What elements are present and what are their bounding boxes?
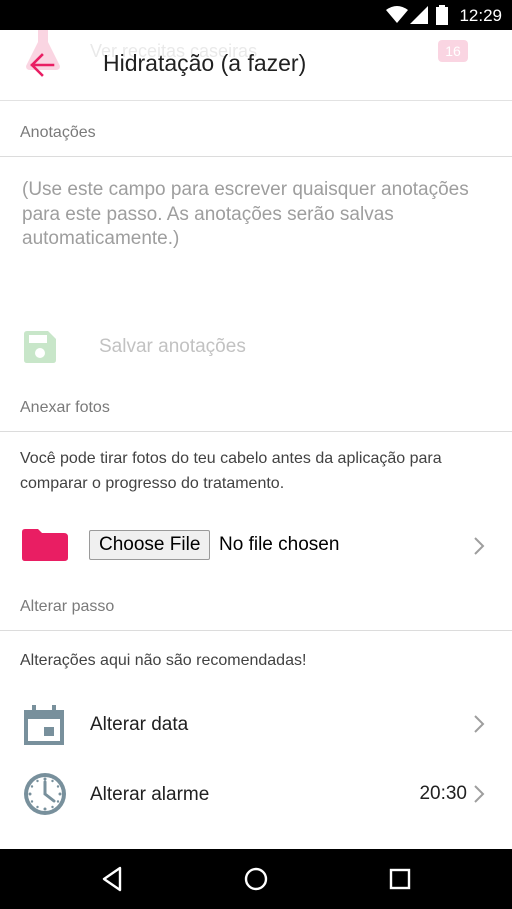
no-file-chosen-text: No file chosen	[219, 534, 340, 555]
cell-signal-icon	[410, 6, 428, 29]
photos-description: Você pode tirar fotos do teu cabelo ante…	[20, 450, 442, 492]
change-step-header-label: Alterar passo	[20, 598, 115, 615]
chevron-right-icon	[472, 784, 486, 809]
change-alarm-row[interactable]: Alterar alarme 20:30	[0, 764, 512, 824]
clock-icon	[24, 773, 66, 820]
save-notes-button[interactable]: Salvar anotações	[0, 320, 512, 374]
status-time: 12:29	[459, 6, 502, 25]
nav-recents-button[interactable]	[380, 862, 420, 896]
calendar-icon	[24, 705, 64, 750]
nav-back-button[interactable]	[92, 862, 132, 896]
page-title: Hidratação (a fazer)	[103, 50, 307, 76]
alarm-time-value: 20:30	[419, 783, 467, 804]
nav-home-button[interactable]	[236, 862, 276, 896]
floppy-disk-icon	[24, 331, 56, 368]
nav-recents-icon	[380, 868, 420, 900]
choose-file-button[interactable]: Choose File	[89, 530, 211, 560]
nav-home-icon	[236, 867, 276, 900]
status-bar: 12:29	[0, 0, 512, 30]
change-date-row[interactable]: Alterar data	[0, 694, 512, 754]
folder-icon	[22, 529, 68, 566]
change-date-label: Alterar data	[90, 714, 189, 735]
change-step-section-header: Alterar passo	[0, 574, 512, 631]
underlay-badge: 16	[438, 40, 468, 62]
chevron-right-icon	[472, 714, 486, 739]
system-nav-bar	[0, 849, 512, 909]
nav-back-icon	[92, 866, 132, 900]
wifi-icon	[386, 6, 408, 29]
file-picker-row[interactable]: Choose File No file chosen	[0, 520, 512, 570]
photos-section-header: Anexar fotos	[0, 374, 512, 432]
photos-header-label: Anexar fotos	[20, 399, 110, 416]
chevron-right-icon	[472, 536, 486, 561]
notes-section-header: Anotações	[0, 100, 512, 157]
notes-header-label: Anotações	[20, 124, 96, 141]
back-button[interactable]	[20, 50, 60, 80]
save-notes-label: Salvar anotações	[99, 336, 246, 357]
app-bar: Ver receitas caseiras 16 Hidratação (a f…	[0, 30, 512, 101]
change-alarm-label: Alterar alarme	[90, 784, 210, 805]
change-step-warning: Alterações aqui não são recomendadas!	[20, 652, 307, 669]
notes-textarea[interactable]: (Use este campo para escrever quaisquer …	[22, 178, 492, 252]
battery-icon	[436, 5, 448, 30]
